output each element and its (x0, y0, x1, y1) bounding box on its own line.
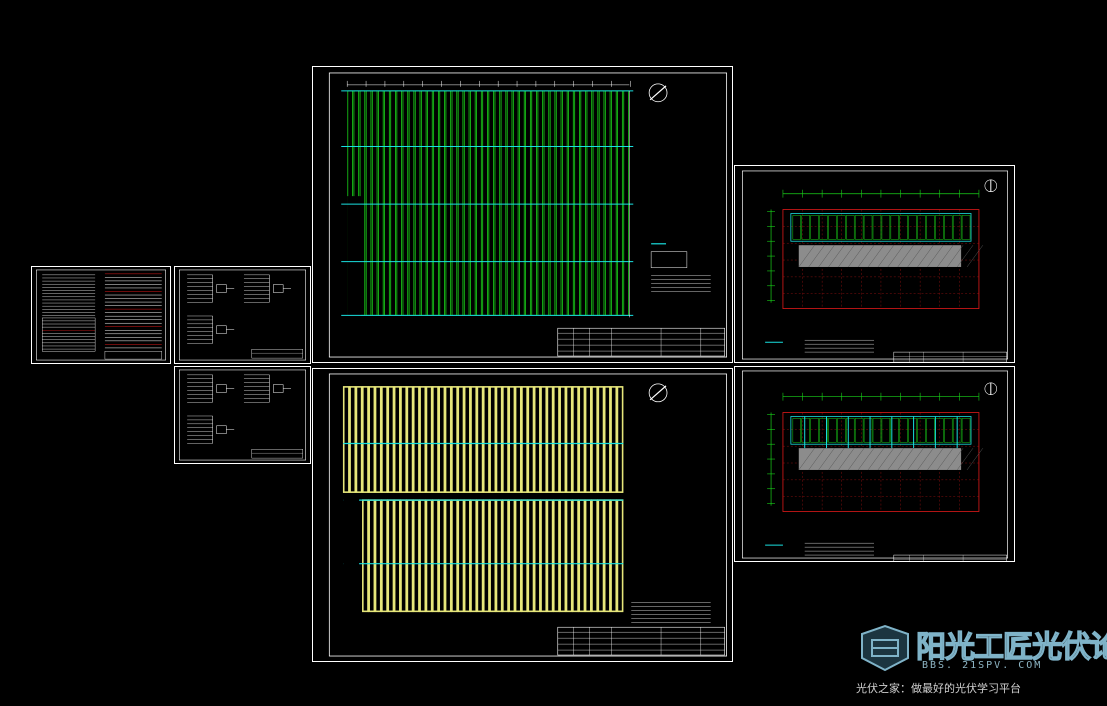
sheet-legend-table[interactable] (31, 266, 171, 364)
elevation-drawing-2 (742, 370, 1008, 561)
forum-logo-icon (861, 624, 909, 672)
pv-array-green-drawing (328, 72, 728, 358)
elevation-drawing-1 (742, 170, 1008, 362)
wiring-diagram-2 (179, 369, 306, 461)
sheet-elevation-2[interactable] (734, 366, 1015, 562)
sheet-pv-array-yellow[interactable] (312, 368, 733, 662)
watermark-url: BBS. 21SPV. COM (922, 660, 1043, 671)
north-arrow-icon (648, 383, 668, 403)
sheet-elevation-1[interactable] (734, 165, 1015, 363)
sheet-wiring-2[interactable] (174, 366, 311, 464)
watermark-slogan: 光伏之家：做最好的光伏学习平台 (856, 682, 1021, 695)
watermark: 阳光工匠光伏论坛 BBS. 21SPV. COM 光伏之家：做最好的光伏学习平台 (854, 622, 1107, 702)
pv-array-yellow-drawing (328, 373, 727, 657)
sheet-wiring-1[interactable] (174, 266, 311, 364)
legend-table-drawing (36, 269, 166, 361)
north-arrow-icon (648, 83, 668, 103)
sheet-pv-array-green[interactable] (312, 66, 733, 363)
wiring-diagram-1 (179, 269, 306, 361)
